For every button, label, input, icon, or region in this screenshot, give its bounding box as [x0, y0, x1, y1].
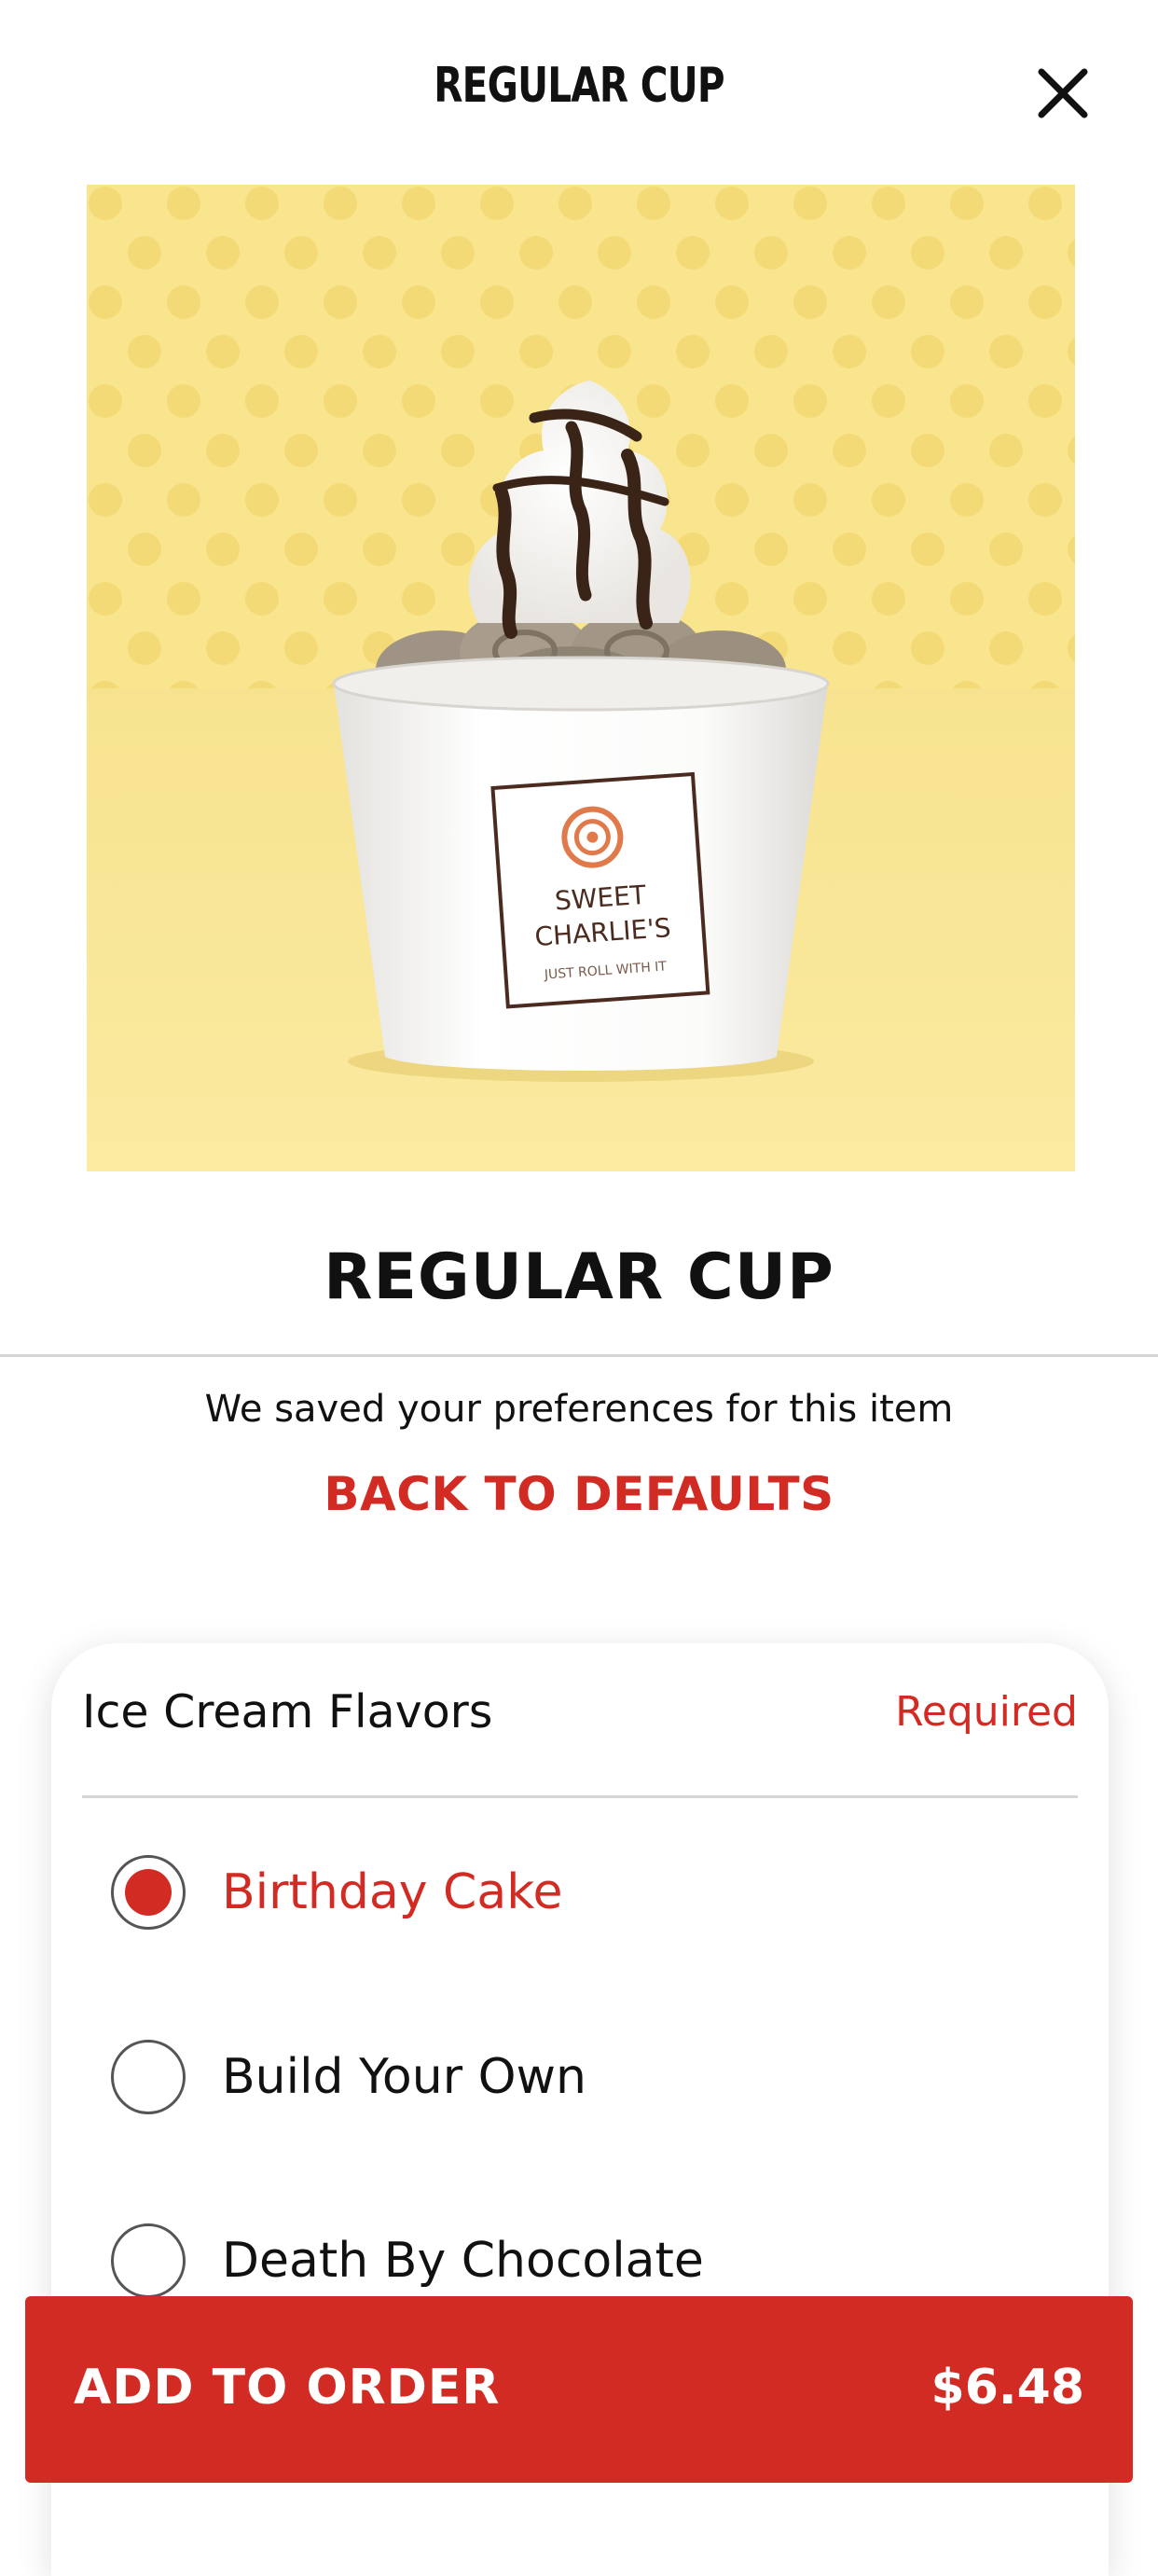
brand-line1: SWEET: [554, 879, 648, 917]
top-bar: REGULAR CUP: [0, 0, 1158, 177]
option-label: Build Your Own: [222, 2049, 587, 2105]
add-to-order-button[interactable]: ADD TO ORDER $6.48: [25, 2296, 1133, 2483]
card-divider: [82, 1795, 1078, 1798]
option-birthday-cake[interactable]: Birthday Cake: [51, 1816, 1109, 1974]
close-icon: [1038, 68, 1088, 118]
radio-unselected[interactable]: [111, 2223, 186, 2298]
order-price: $6.48: [931, 2360, 1084, 2416]
radio-unselected[interactable]: [111, 2040, 186, 2114]
option-label: Death By Chocolate: [222, 2233, 704, 2289]
required-badge: Required: [895, 1688, 1078, 1736]
option-label: Birthday Cake: [222, 1864, 563, 1920]
radio-selected[interactable]: [111, 1855, 186, 1930]
back-to-defaults-link[interactable]: BACK TO DEFAULTS: [0, 1467, 1158, 1521]
section-divider: [0, 1354, 1158, 1357]
add-to-order-label: ADD TO ORDER: [74, 2360, 501, 2416]
card-title: Ice Cream Flavors: [82, 1685, 493, 1738]
close-button[interactable]: [1030, 61, 1096, 126]
product-title: REGULAR CUP: [324, 1240, 834, 1314]
saved-preferences-note: We saved your preferences for this item: [204, 1388, 954, 1431]
product-image: SWEET CHARLIE'S JUST ROLL WITH IT: [87, 185, 1075, 1171]
header-title: REGULAR CUP: [434, 58, 724, 114]
option-build-your-own[interactable]: Build Your Own: [51, 2001, 1109, 2159]
product-photo: SWEET CHARLIE'S JUST ROLL WITH IT: [87, 185, 1075, 1171]
